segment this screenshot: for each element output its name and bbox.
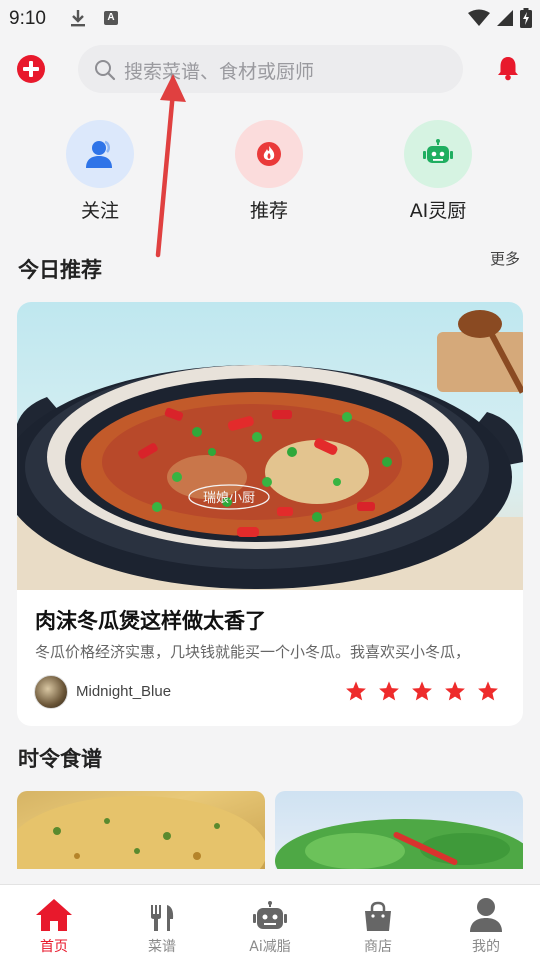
nav-profile-label: 我的 — [472, 939, 500, 955]
nav-recipes[interactable]: 菜谱 — [122, 893, 202, 956]
ai-chef-label: AI灵厨 — [409, 200, 467, 222]
bell-icon[interactable] — [496, 55, 520, 81]
featured-recipe-image: 瑞娘小厨 — [17, 302, 523, 590]
search-input[interactable]: 搜索菜谱、食材或厨师 — [78, 45, 463, 93]
robot-icon — [423, 139, 453, 163]
star-icon — [412, 681, 432, 701]
wifi-icon — [468, 9, 490, 26]
bitter-melon-image — [275, 819, 523, 869]
search-icon — [95, 60, 116, 81]
status-bar: 9:10 A — [0, 0, 540, 38]
nav-home[interactable]: 首页 — [14, 893, 94, 956]
ai-chef-circle — [404, 120, 472, 188]
shopping-bag-icon — [365, 901, 391, 931]
featured-recipe-card[interactable]: 瑞娘小厨 肉沫冬瓜煲这样做太香了 冬瓜价格经济实惠，几块钱就能买一个小冬瓜。我喜… — [17, 302, 523, 726]
annotation-arrow — [155, 74, 186, 258]
recommend-circle — [235, 120, 303, 188]
star-icon — [346, 681, 366, 701]
nav-shop[interactable]: 商店 — [338, 893, 418, 956]
follow-label: 关注 — [80, 200, 119, 222]
notification-a-icon: A — [104, 11, 118, 25]
author-avatar[interactable] — [34, 675, 68, 709]
status-time: 9:10 — [9, 8, 46, 29]
more-link[interactable]: 更多 — [490, 248, 520, 269]
download-icon — [71, 10, 85, 27]
nav-shop-label: 商店 — [364, 939, 392, 955]
star-icon — [445, 681, 465, 701]
egg-pancake-image — [17, 796, 265, 869]
nav-recipes-label: 菜谱 — [148, 939, 176, 955]
follow-circle — [66, 120, 134, 188]
flame-icon — [257, 142, 281, 166]
recipe-description: 冬瓜价格经济实惠，几块钱就能买一个小冬瓜。我喜欢买小冬瓜， — [35, 643, 471, 661]
star-icon — [379, 681, 399, 701]
user-group-icon — [86, 140, 112, 168]
recipe-title: 肉沫冬瓜煲这样做太香了 — [35, 609, 266, 633]
author-name[interactable]: Midnight_Blue — [76, 683, 171, 700]
robot-icon — [253, 901, 287, 929]
bottom-nav: 首页 菜谱 Ai减脂 商店 我的 — [0, 884, 540, 960]
seasonal-recipe-thumb-2[interactable] — [275, 791, 523, 869]
nav-ai-diet-label: Ai减脂 — [249, 939, 291, 955]
fork-knife-icon — [151, 905, 174, 931]
profile-icon — [470, 898, 502, 932]
nav-profile[interactable]: 我的 — [446, 893, 526, 956]
rating-stars — [345, 680, 499, 702]
home-icon — [36, 899, 72, 931]
image-watermark: 瑞娘小厨 — [203, 491, 255, 506]
clay-pot-illustration: 瑞娘小厨 — [17, 310, 523, 590]
quick-entry-recommend[interactable]: 推荐 — [224, 120, 314, 223]
battery-icon — [520, 8, 532, 28]
signal-icon — [497, 10, 513, 26]
star-icon — [478, 681, 498, 701]
nav-home-label: 首页 — [40, 939, 68, 955]
quick-entry-ai-chef[interactable]: AI灵厨 — [393, 120, 483, 223]
recommend-label: 推荐 — [249, 200, 288, 222]
today-section-title: 今日推荐 — [18, 258, 102, 282]
nav-ai-diet[interactable]: Ai减脂 — [230, 893, 310, 956]
add-recipe-button[interactable] — [17, 55, 45, 83]
seasonal-recipe-thumb-1[interactable] — [17, 791, 265, 869]
quick-entry-follow[interactable]: 关注 — [55, 120, 145, 223]
seasonal-section-title: 时令食谱 — [18, 747, 102, 771]
